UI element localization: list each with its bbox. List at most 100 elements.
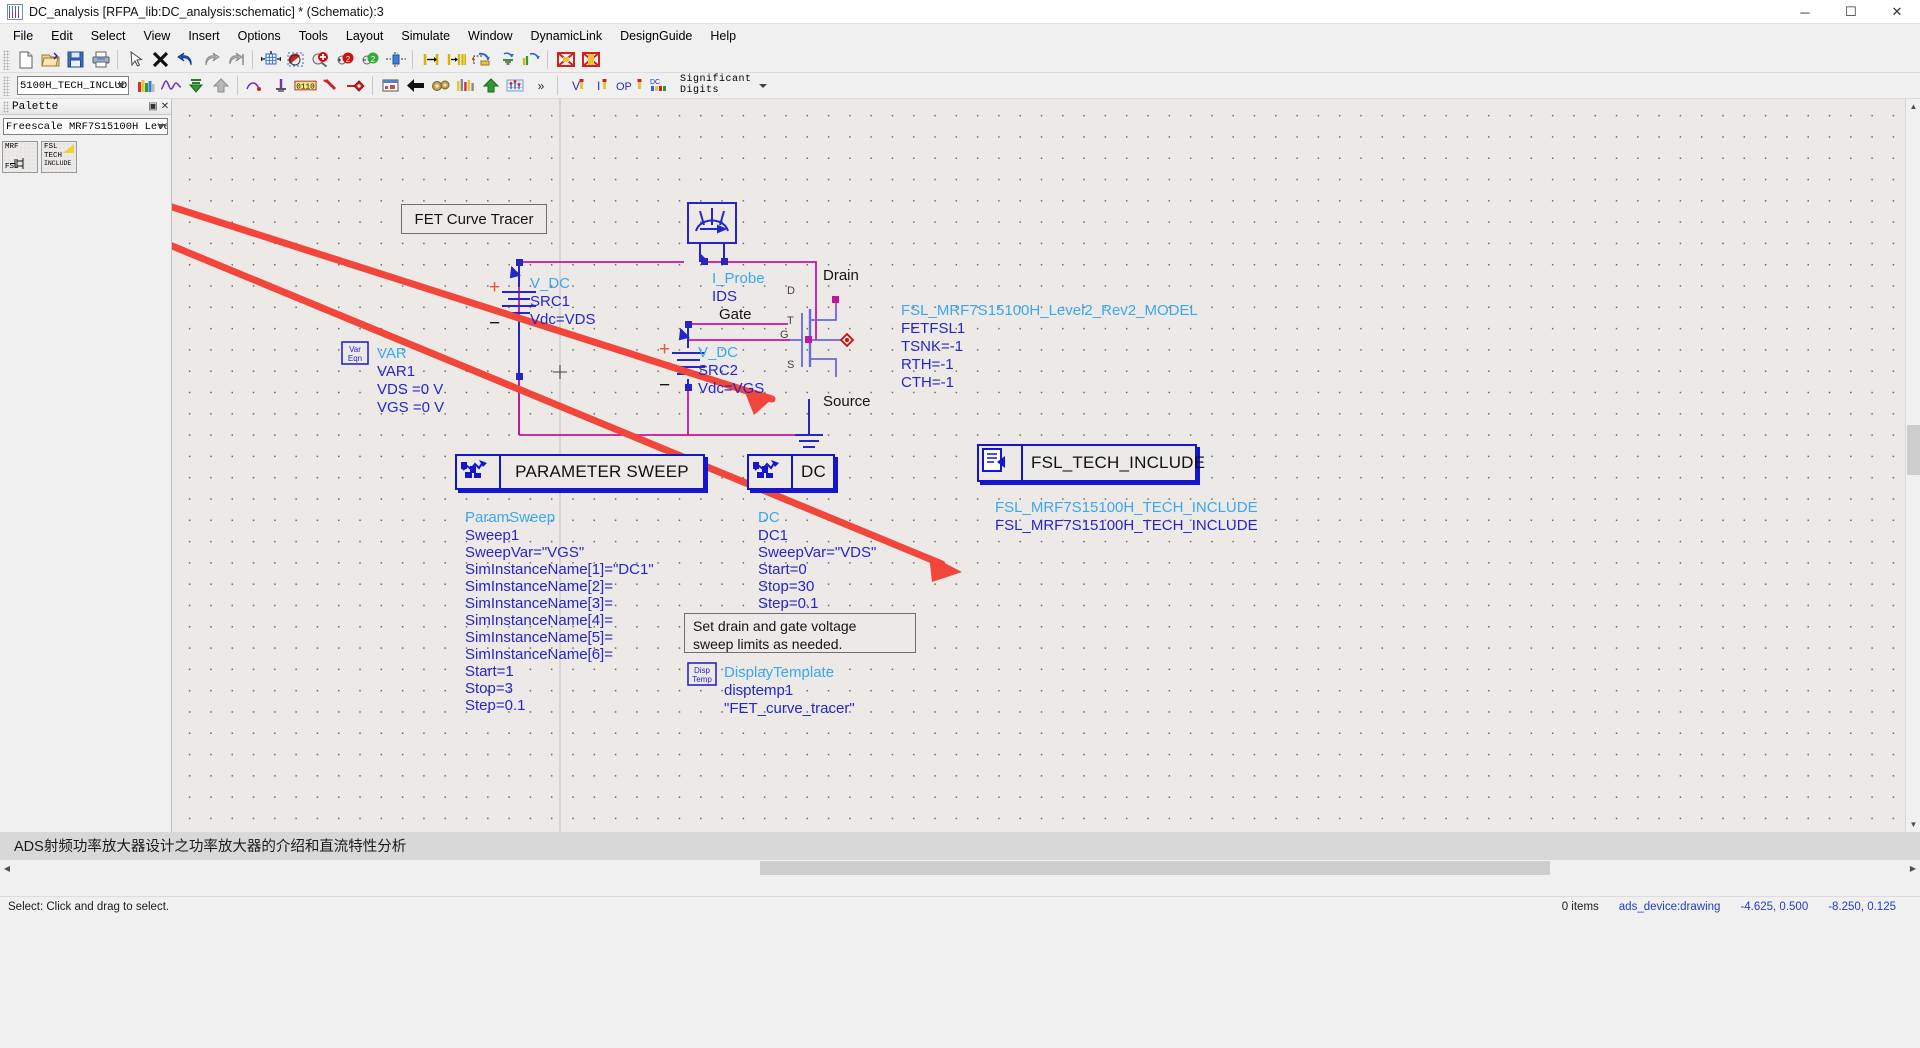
menu-dynamiclink[interactable]: DynamicLink [522, 26, 612, 46]
display-template-name[interactable]: disptemp1 [724, 682, 793, 699]
drain-label[interactable]: Drain [823, 267, 859, 284]
palette-item-mrf-fsl[interactable]: MRF FSL [2, 141, 38, 173]
scroll-down-button[interactable]: ▼ [1906, 817, 1920, 832]
deactivate-icon[interactable] [553, 48, 578, 72]
insert-wire-icon[interactable] [418, 48, 443, 72]
param-sweep-line-7[interactable]: Start=1 [465, 663, 514, 680]
open-icon[interactable] [38, 48, 63, 72]
library-icon[interactable] [133, 74, 158, 98]
src2-name[interactable]: SRC2 [698, 362, 738, 379]
zoom-fit-icon[interactable] [383, 48, 408, 72]
scroll-right-button[interactable]: ▶ [1906, 861, 1920, 875]
param-sweep-line-4[interactable]: SimInstanceName[4]= [465, 612, 613, 629]
param-sweep-line-1[interactable]: SimInstanceName[1]="DC1" [465, 561, 654, 578]
param-sweep-type[interactable]: ParamSweep [465, 509, 555, 526]
up-green-icon[interactable] [478, 74, 503, 98]
source-label[interactable]: Source [823, 393, 871, 410]
param-sweep-box[interactable]: PARAMETER SWEEP [455, 454, 705, 490]
palette-item-fsl-tech-include[interactable]: FSL TECH INCLUDE [41, 141, 77, 173]
snap-grid-icon[interactable] [258, 48, 283, 72]
src1-type[interactable]: V_DC [530, 275, 570, 292]
param-sweep-line-8[interactable]: Stop=3 [465, 680, 513, 697]
note-box[interactable]: Set drain and gate voltage sweep limits … [684, 613, 916, 653]
menu-layout[interactable]: Layout [337, 26, 393, 46]
model-line-2[interactable]: CTH=-1 [901, 374, 954, 391]
iprobe-type[interactable]: I_Probe [712, 270, 765, 287]
redo-icon[interactable] [198, 48, 223, 72]
toolbar-grip[interactable] [3, 49, 10, 70]
dc-controller-type[interactable]: DC [758, 509, 780, 526]
model-type[interactable]: FSL_MRF7S15100H_Level2_Rev2_MODEL [901, 302, 1198, 319]
param-sweep-name[interactable]: Sweep1 [465, 527, 519, 544]
var-type[interactable]: VAR [377, 345, 407, 362]
vertical-scrollbar[interactable]: ▲ ▼ [1905, 99, 1920, 832]
scroll-up-button[interactable]: ▲ [1906, 99, 1920, 114]
insert-name-icon[interactable] [343, 74, 368, 98]
vertical-scroll-thumb[interactable] [1907, 425, 1920, 475]
horizontal-scroll-thumb[interactable] [760, 861, 1550, 875]
menu-file[interactable]: File [4, 26, 42, 46]
activate-icon[interactable] [578, 48, 603, 72]
zoom-area-icon[interactable] [283, 48, 308, 72]
close-icon[interactable]: ✕ [159, 101, 171, 113]
pin-icon[interactable]: ▣ [147, 101, 159, 113]
i-marker-icon[interactable]: I [588, 74, 613, 98]
op-marker-icon[interactable]: OP [613, 74, 647, 98]
tech-include-name[interactable]: FSL_MRF7S15100H_TECH_INCLUDE [995, 517, 1258, 534]
palette-library-combo[interactable]: Freescale MRF7S15100H Level2 Rev [3, 118, 168, 135]
grid-probe-icon[interactable] [503, 74, 528, 98]
menu-options[interactable]: Options [229, 26, 290, 46]
model-line-1[interactable]: RTH=-1 [901, 356, 954, 373]
insert-pin-icon[interactable] [318, 74, 343, 98]
palette-grip[interactable] [3, 100, 9, 113]
display-template-value[interactable]: "FET_curve_tracer" [724, 700, 855, 717]
menu-edit[interactable]: Edit [42, 26, 82, 46]
menu-tools[interactable]: Tools [290, 26, 337, 46]
model-line-0[interactable]: TSNK=-1 [901, 338, 963, 355]
horizontal-scrollbar[interactable]: ◀ ▶ [0, 859, 1920, 875]
dc-controller-line-0[interactable]: SweepVar="VDS" [758, 544, 876, 561]
maximize-button[interactable]: ☐ [1828, 0, 1874, 24]
menu-simulate[interactable]: Simulate [392, 26, 459, 46]
new-icon[interactable] [13, 48, 38, 72]
display-template-type[interactable]: DisplayTemplate [724, 664, 834, 681]
title-box[interactable]: FET Curve Tracer [401, 204, 547, 234]
significant-digits-dropdown[interactable] [755, 74, 771, 98]
iprobe-name[interactable]: IDS [712, 288, 737, 305]
param-sweep-line-9[interactable]: Step=0.1 [465, 697, 525, 714]
menu-view[interactable]: View [134, 26, 179, 46]
schematic-canvas-wrap[interactable]: + − + − Var Eqn Disp Temp FET Curve Trac… [172, 99, 1905, 832]
param-sweep-line-2[interactable]: SimInstanceName[2]= [465, 578, 613, 595]
insert-wire-name-icon[interactable] [443, 48, 468, 72]
src2-value[interactable]: Vdc=VGS [698, 380, 764, 397]
tech-include-box[interactable]: FSL_TECH_INCLUDE [977, 444, 1205, 482]
more-chevron-icon[interactable]: » [528, 74, 553, 98]
src1-value[interactable]: Vdc=VDS [530, 311, 595, 328]
zoom-out-icon[interactable]: 2 [358, 48, 383, 72]
bits-0110-icon[interactable]: 0110 [293, 74, 318, 98]
menu-designguide[interactable]: DesignGuide [611, 26, 701, 46]
menu-select[interactable]: Select [82, 26, 135, 46]
tune-down-icon[interactable] [183, 74, 208, 98]
dc-controller-box[interactable]: DC [747, 454, 835, 490]
toolbar-grip[interactable] [3, 75, 10, 96]
rotate-icon[interactable] [468, 48, 493, 72]
param-sweep-line-5[interactable]: SimInstanceName[5]= [465, 629, 613, 646]
minimize-button[interactable]: ─ [1782, 0, 1828, 24]
dc-controller-name[interactable]: DC1 [758, 527, 788, 544]
print-icon[interactable] [88, 48, 113, 72]
select-arrow-icon[interactable] [123, 48, 148, 72]
menu-insert[interactable]: Insert [179, 26, 228, 46]
optim-curve-icon[interactable] [243, 74, 268, 98]
dc-controller-line-3[interactable]: Step=0.1 [758, 595, 818, 612]
undo-icon[interactable] [173, 48, 198, 72]
v-marker-icon[interactable]: V [563, 74, 588, 98]
tech-include-type[interactable]: FSL_MRF7S15100H_TECH_INCLUDE [995, 499, 1258, 516]
insert-port-icon[interactable] [518, 48, 543, 72]
insert-var-icon[interactable] [268, 74, 293, 98]
gears-icon[interactable] [428, 74, 453, 98]
model-name[interactable]: FETFSL1 [901, 320, 965, 337]
tech-include-combo[interactable]: 5100H_TECH_INCLUDE [17, 76, 129, 95]
gate-label[interactable]: Gate [719, 306, 752, 323]
close-button[interactable]: ✕ [1874, 0, 1920, 24]
